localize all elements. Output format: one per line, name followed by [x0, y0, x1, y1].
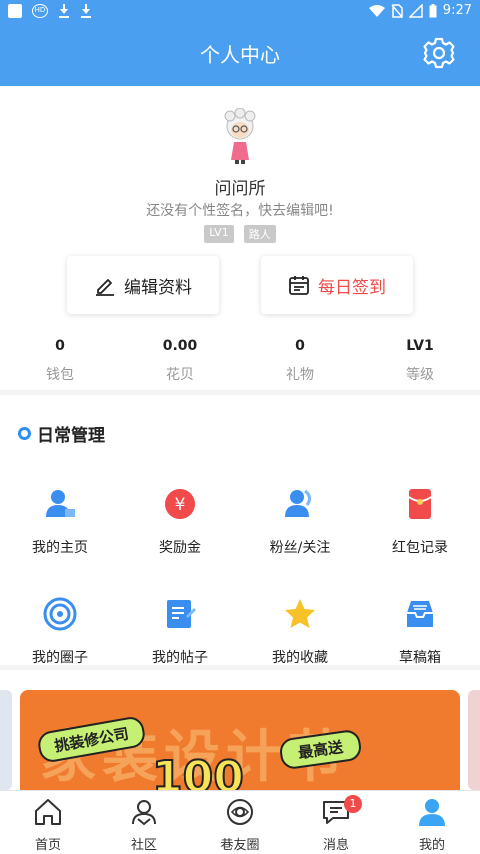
stat-huabei[interactable]: 0.00 花贝 [120, 338, 240, 384]
star-icon [285, 599, 315, 628]
banner-next-peek[interactable] [468, 690, 480, 790]
unread-badge: 1 [344, 795, 362, 813]
me-icon [419, 799, 445, 826]
my-favorites-item[interactable]: 我的收藏 [240, 597, 360, 667]
daily-management-section: 日常管理 我的主页 ¥ 奖励金 粉丝/关注 红包记录 我的圈子 我的帖子 我的收… [0, 395, 480, 667]
signal-icon [408, 3, 423, 18]
banner-prev-peek[interactable] [0, 690, 12, 790]
stat-label: 等级 [406, 367, 434, 383]
stat-label: 钱包 [46, 367, 74, 383]
notification-square-icon [8, 4, 22, 18]
drafts-item[interactable]: 草稿箱 [360, 597, 480, 667]
tab-label: 首页 [34, 838, 61, 853]
section-dot-icon [18, 427, 31, 440]
tab-friends-circle[interactable]: 巷友圈 [192, 791, 288, 854]
battery-icon [429, 3, 437, 17]
stat-wallet[interactable]: 0 钱包 [0, 338, 120, 384]
item-label: 我的帖子 [152, 650, 208, 666]
item-label: 奖励金 [159, 540, 201, 556]
reward-item[interactable]: ¥ 奖励金 [120, 487, 240, 557]
red-envelope-icon [408, 489, 432, 519]
daily-signin-button[interactable]: 每日签到 [261, 256, 413, 314]
stat-label: 礼物 [286, 367, 314, 383]
page-title: 个人中心 [200, 43, 280, 67]
edit-profile-label: 编辑资料 [124, 277, 192, 298]
download-icon [58, 4, 70, 18]
hd-icon: HD [32, 4, 48, 18]
stat-label: 花贝 [166, 367, 194, 383]
circle-icon [43, 597, 77, 631]
status-bar: HD 9:27 [0, 0, 480, 24]
tab-messages[interactable]: 1 消息 [288, 791, 384, 854]
stat-gifts[interactable]: 0 礼物 [240, 338, 360, 384]
svg-text:¥: ¥ [175, 495, 186, 515]
download-icon [80, 4, 92, 18]
pencil-icon [96, 279, 114, 296]
community-icon [132, 800, 156, 826]
item-label: 我的主页 [32, 540, 88, 556]
item-label: 我的收藏 [272, 650, 328, 666]
daily-signin-label: 每日签到 [318, 277, 386, 298]
stat-level[interactable]: LV1 等级 [360, 338, 480, 384]
signature-text[interactable]: 还没有个性签名，快去编辑吧! [0, 200, 480, 220]
stat-value: LV1 [406, 338, 434, 354]
my-homepage-item[interactable]: 我的主页 [0, 487, 120, 557]
my-circles-item[interactable]: 我的圈子 [0, 597, 120, 667]
item-label: 红包记录 [392, 540, 448, 556]
tab-home[interactable]: 首页 [0, 791, 96, 854]
friends-circle-icon [227, 799, 253, 825]
tab-label: 社区 [130, 838, 157, 853]
yen-coin-icon: ¥ [165, 489, 195, 519]
edit-profile-button[interactable]: 编辑资料 [67, 256, 219, 314]
stat-value: 0.00 [162, 338, 198, 354]
level-badge: LV1 [204, 225, 234, 243]
post-icon [167, 600, 197, 628]
tab-label: 我的 [418, 838, 445, 853]
red-envelope-item[interactable]: 红包记录 [360, 487, 480, 557]
tab-community[interactable]: 社区 [96, 791, 192, 854]
clock: 9:27 [442, 3, 472, 18]
section-title: 日常管理 [37, 426, 105, 446]
drafts-icon [407, 601, 433, 627]
stats-row: 0 钱包 0.00 花贝 0 礼物 LV1 等级 [0, 338, 480, 384]
fans-icon [285, 489, 312, 517]
item-label: 我的圈子 [32, 650, 88, 666]
tab-label: 巷友圈 [220, 838, 260, 853]
item-label: 粉丝/关注 [269, 540, 331, 556]
profile-section: 问问所 还没有个性签名，快去编辑吧! LV1 路人 编辑资料 每日签到 0 钱包… [0, 86, 480, 390]
stat-value: 0 [55, 338, 65, 354]
promo-banner-carousel[interactable]: 家装设计节 挑装修公司 最高送 100 [0, 670, 480, 790]
title-bar: 个人中心 [0, 24, 480, 86]
stat-value: 0 [295, 338, 305, 354]
tab-label: 消息 [322, 838, 349, 853]
my-posts-item[interactable]: 我的帖子 [120, 597, 240, 667]
user-home-icon [46, 490, 75, 517]
item-label: 草稿箱 [399, 650, 441, 666]
promo-banner[interactable]: 家装设计节 挑装修公司 最高送 100 [20, 690, 460, 790]
calendar-icon [289, 276, 309, 295]
home-icon [35, 799, 61, 825]
tab-me[interactable]: 我的 [384, 791, 480, 854]
settings-gear-icon[interactable] [422, 36, 456, 70]
avatar[interactable] [216, 108, 264, 166]
bottom-tab-bar: 首页 社区 巷友圈 1 消息 我的 [0, 790, 480, 854]
fans-follow-item[interactable]: 粉丝/关注 [240, 487, 360, 557]
username: 问问所 [214, 179, 266, 199]
wifi-icon [368, 4, 385, 17]
banner-number: 100 [151, 751, 245, 790]
rank-badge: 路人 [243, 225, 276, 243]
no-sim-icon [391, 3, 403, 18]
